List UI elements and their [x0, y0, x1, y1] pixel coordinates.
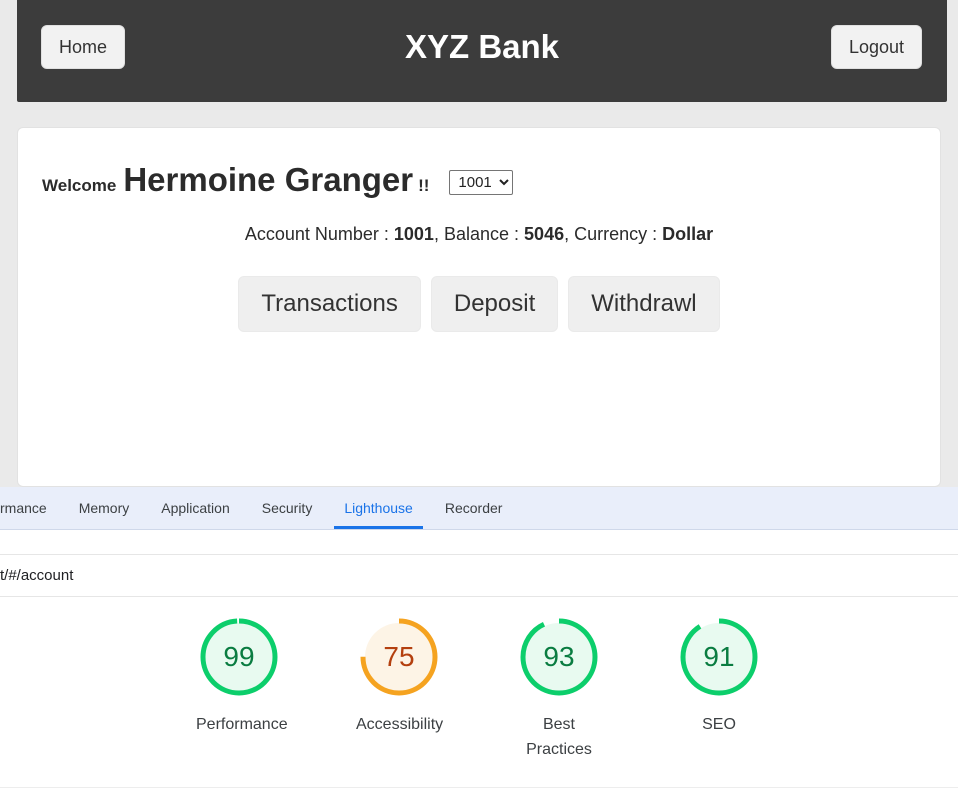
- gauge-label: Performance: [196, 716, 288, 733]
- lighthouse-gauge-best-practices[interactable]: 93 Best Practices: [499, 614, 619, 763]
- lighthouse-gauge-seo[interactable]: 91 SEO: [659, 614, 779, 738]
- lighthouse-gauges: 99 Performance 75 Accessibility 93 Best Pract…: [0, 597, 958, 763]
- gauge-label: Best Practices: [526, 716, 592, 758]
- lighthouse-gauge-performance[interactable]: 99 Performance: [179, 614, 299, 738]
- gauge-label: SEO: [702, 716, 736, 733]
- gauge-ring-icon: 75: [356, 614, 442, 700]
- devtools-panel: rmance Memory Application Security Lighthous…: [0, 487, 958, 798]
- account-select[interactable]: 1001: [449, 170, 514, 195]
- devtools-tab-memory[interactable]: Memory: [63, 487, 146, 529]
- account-number-value: 1001: [393, 224, 434, 244]
- lighthouse-url-row: t/#/account: [0, 555, 958, 597]
- page-viewport: Home XYZ Bank Logout Welcome Hermoine Gr…: [0, 0, 958, 487]
- welcome-exclamation: !!: [418, 176, 430, 195]
- balance-label: Balance :: [443, 224, 520, 244]
- gauge-score-value: 91: [703, 641, 735, 672]
- devtools-tab-recorder[interactable]: Recorder: [429, 487, 519, 529]
- welcome-row: Welcome Hermoine Granger !! 1001: [42, 161, 514, 199]
- lighthouse-url: t/#/account: [0, 567, 74, 584]
- welcome-label: Welcome: [42, 176, 117, 195]
- currency-label: Currency :: [574, 224, 658, 244]
- account-card: Welcome Hermoine Granger !! 1001 Account…: [17, 127, 941, 487]
- gauge-score-value: 99: [223, 641, 255, 672]
- currency-value: Dollar: [662, 224, 714, 244]
- logout-button[interactable]: Logout: [830, 25, 922, 69]
- devtools-tab-application[interactable]: Application: [145, 487, 246, 529]
- account-action-deposit-button[interactable]: Deposit: [430, 276, 559, 333]
- screen-root: Home XYZ Bank Logout Welcome Hermoine Gr…: [0, 0, 958, 798]
- devtools-toolbar: [0, 530, 958, 555]
- devtools-tabbar: rmance Memory Application Security Lighthous…: [0, 487, 958, 530]
- balance-value: 5046: [524, 224, 565, 244]
- devtools-tab-security[interactable]: Security: [246, 487, 329, 529]
- account-actions: Transactions Deposit Withdrawl: [18, 276, 940, 333]
- info-separator-2: ,: [564, 224, 570, 244]
- gauge-label: Accessibility: [356, 716, 444, 733]
- lighthouse-gauge-accessibility[interactable]: 75 Accessibility: [339, 614, 459, 738]
- gauge-score-value: 75: [383, 641, 415, 672]
- page-title: XYZ Bank: [404, 28, 560, 65]
- devtools-tab-rmance[interactable]: rmance: [0, 487, 63, 529]
- gauge-ring-icon: 93: [516, 614, 602, 700]
- gauge-score-value: 93: [543, 641, 575, 672]
- bottom-divider: [0, 787, 958, 788]
- account-action-withdrawl-button[interactable]: Withdrawl: [568, 276, 720, 333]
- gauge-ring-icon: 91: [676, 614, 762, 700]
- info-separator-1: ,: [433, 224, 439, 244]
- gauge-ring-icon: 99: [196, 614, 282, 700]
- devtools-tab-lighthouse[interactable]: Lighthouse: [328, 487, 429, 529]
- customer-name: Hermoine Granger: [123, 161, 414, 198]
- account-number-label: Account Number :: [244, 224, 389, 244]
- account-info-line: Account Number : 1001, Balance : 5046, C…: [18, 224, 940, 245]
- site-navbar: Home XYZ Bank Logout: [17, 0, 947, 102]
- account-action-transactions-button[interactable]: Transactions: [238, 276, 421, 333]
- lighthouse-report: 99 Performance 75 Accessibility 93 Best Pract…: [0, 597, 958, 797]
